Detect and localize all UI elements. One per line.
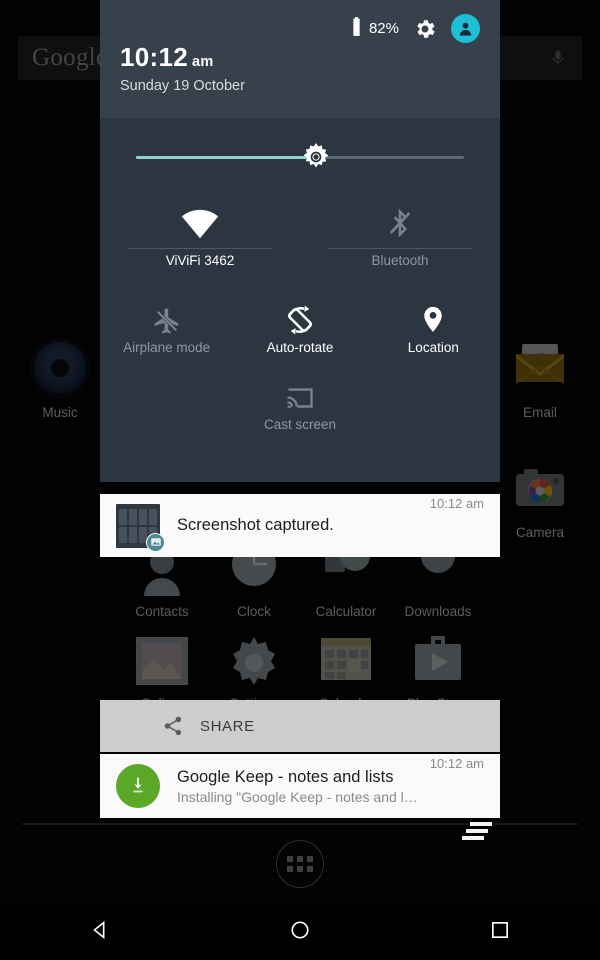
notification-subtitle: Installing "Google Keep - notes and list… [177,788,420,805]
notification-title: Google Keep - notes and lists [177,767,394,786]
notification-time: 10:12 am [429,496,484,511]
clear-all-notifications-icon[interactable] [462,822,492,846]
tile-bluetooth[interactable]: Bluetooth [300,194,500,268]
tile-rule [328,248,472,249]
home-button[interactable] [200,904,400,960]
brightness-fill [136,156,317,159]
status-date: Sunday 19 October [120,78,245,94]
share-label: SHARE [200,717,255,735]
auto-rotate-icon [233,290,366,336]
cast-screen-icon [233,367,366,413]
brightness-track [136,156,464,159]
tile-row-3: Cast screen [100,367,500,432]
airplane-off-icon [100,290,233,336]
tile-label: Location [407,340,459,355]
navigation-bar [0,904,600,960]
time-value: 10:12 [120,42,188,72]
bluetooth-off-icon [300,194,500,240]
tile-rule [128,248,272,249]
time-ampm: am [192,54,214,70]
screenshot-thumbnail [116,503,165,552]
download-circle-icon [116,764,160,808]
tile-row-2: Airplane mode Auto-rotate Location [100,290,500,355]
brightness-sun-icon[interactable] [302,143,330,171]
brightness-slider[interactable] [100,118,500,194]
recents-button[interactable] [400,904,600,960]
share-icon [162,715,184,737]
image-badge-icon [146,532,165,552]
location-pin-icon [367,290,500,336]
status-row: 82% [351,14,480,43]
battery-icon [351,16,362,41]
tile-spacer-left [100,367,233,432]
recents-square-icon [489,919,511,946]
notification-title: Screenshot captured. [177,516,334,534]
battery-status: 82% [351,16,399,41]
notification-time: 10:12 am [429,756,484,771]
tile-label: Bluetooth [371,253,429,268]
back-button[interactable] [0,904,200,960]
battery-percent: 82% [368,20,399,37]
tile-label: ViViFi 3462 [165,253,235,268]
tile-label: Airplane mode [123,340,211,355]
tile-row-1: ViViFi 3462 Bluetooth [100,194,500,268]
tile-spacer-right [367,367,500,432]
quick-settings-header: 82% 10:12 am Sunday 19 October [100,0,500,118]
home-circle-icon [289,919,311,946]
tile-auto-rotate[interactable]: Auto-rotate [233,290,366,355]
tile-cast-screen[interactable]: Cast screen [233,367,366,432]
status-time: 10:12 am [120,42,245,73]
back-triangle-icon [89,919,111,946]
notification-action-share[interactable]: SHARE [100,700,500,752]
tile-wifi[interactable]: ViViFi 3462 [100,194,300,268]
tile-location[interactable]: Location [367,290,500,355]
notification-screenshot[interactable]: Screenshot captured. 10:12 am [100,494,500,557]
clock-block: 10:12 am Sunday 19 October [120,42,245,94]
gear-icon[interactable] [413,17,437,41]
wifi-icon [100,194,300,240]
tile-label: Auto-rotate [266,340,334,355]
tile-label: Cast screen [263,417,336,432]
notification-google-keep[interactable]: Google Keep - notes and lists Installing… [100,754,500,818]
tile-airplane-mode[interactable]: Airplane mode [100,290,233,355]
quick-settings-panel: 82% 10:12 am Sunday 19 October ViViFi 34… [100,0,500,482]
android-screen: Google Music @ Email [0,0,600,960]
user-avatar-icon[interactable] [451,14,480,43]
